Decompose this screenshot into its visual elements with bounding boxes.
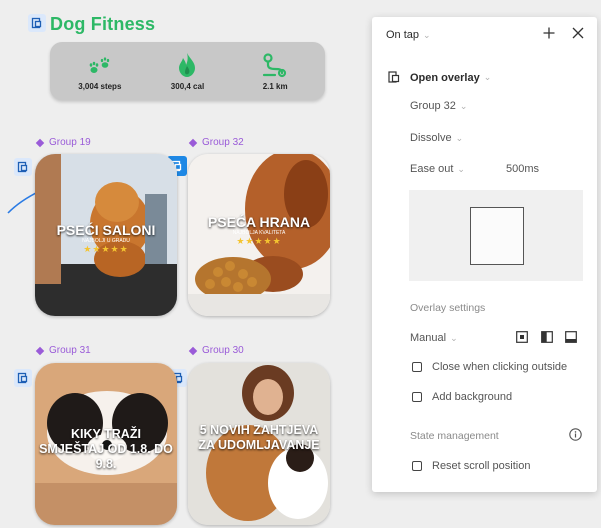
group-label-31[interactable]: Group 31 [35,345,91,356]
animation-preview [409,190,583,281]
preview-frame [470,207,524,265]
component-icon [188,138,198,147]
position-dropdown[interactable]: Manual ⌄ [410,332,458,344]
chevron-down-icon: ⌄ [457,163,465,174]
chevron-down-icon: ⌄ [455,132,464,143]
close-outside-checkbox-row[interactable]: Close when clicking outside [412,361,567,373]
interaction-panel: On tap ⌄ Open overlay ⌄ Group 32 ⌄ Disso… [372,17,597,492]
rating-stars: ★★★★★ [236,236,282,246]
info-icon [569,428,582,441]
overlay-settings-heading: Overlay settings [410,302,486,314]
route-icon [261,52,289,78]
group-label-text: Group 32 [202,137,244,148]
add-background-checkbox[interactable] [412,392,422,402]
frame-link-icon[interactable] [28,14,46,32]
align-center-icon [516,331,528,343]
close-outside-checkbox[interactable] [412,362,422,372]
easing-label: Ease out [410,163,454,175]
reset-scroll-checkbox-row[interactable]: Reset scroll position [412,460,530,472]
plus-icon [543,27,555,39]
duration-input[interactable]: 500ms [506,163,539,175]
animation-dropdown[interactable]: Dissolve ⌄ [410,132,463,144]
card-kiky-accommodation[interactable]: KIKY TRAŽI SMJEŠTAJ OD 1.8. DO 9.8. [35,363,177,525]
chevron-down-icon: ⌄ [459,100,468,111]
group-label-text: Group 19 [49,137,91,148]
state-management-heading: State management [410,430,499,442]
group-label-text: Group 30 [202,345,244,356]
animation-label: Dissolve [410,132,452,144]
align-left-button[interactable] [541,331,553,343]
flame-icon [177,52,197,78]
action-dropdown[interactable]: Open overlay ⌄ [388,71,491,84]
position-label: Manual [410,332,447,344]
frame-link-icon[interactable] [14,369,32,387]
card-title: PSEĆI SALONI [56,222,156,238]
card-adoption-requests[interactable]: 5 NOVIH ZAHTJEVA ZA UDOMLJAVANJE [188,363,330,525]
paw-icon [87,52,113,78]
component-icon [188,346,198,355]
align-center-button[interactable] [516,331,528,343]
close-icon [572,27,584,39]
close-panel-button[interactable] [572,27,584,39]
stat-distance: 2.1 km [235,52,315,91]
action-label: Open overlay [410,71,480,84]
card-title: KIKY TRAŽI SMJEŠTAJ OD 1.8. DO 9.8. [39,427,173,471]
chevron-down-icon: ⌄ [423,29,431,40]
component-icon [35,138,45,147]
align-bottom-icon [565,331,577,343]
card-title: 5 NOVIH ZAHTJEVA ZA UDOMLJAVANJE [198,423,320,452]
stat-steps-value: 3,004 steps [78,81,122,91]
reset-scroll-checkbox[interactable] [412,461,422,471]
frame-link-icon[interactable] [14,158,32,176]
trigger-label: On tap [386,29,420,41]
stats-bar: 3,004 steps 300,4 cal 2.1 km [50,42,325,100]
group-label-19[interactable]: Group 19 [35,137,91,148]
group-label-30[interactable]: Group 30 [188,345,244,356]
destination-dropdown[interactable]: Group 32 ⌄ [410,100,467,112]
add-background-checkbox-row[interactable]: Add background [412,391,512,403]
app-title: Dog Fitness [50,14,156,34]
stat-steps: 3,004 steps [60,52,140,91]
easing-dropdown[interactable]: Ease out ⌄ [410,163,465,175]
group-label-32[interactable]: Group 32 [188,137,244,148]
stat-calories: 300,4 cal [147,52,227,91]
chevron-down-icon: ⌄ [450,332,458,343]
overlay-icon [388,71,400,83]
destination-label: Group 32 [410,100,456,112]
add-background-label: Add background [432,391,513,403]
trigger-dropdown[interactable]: On tap ⌄ [386,29,431,41]
state-info-button[interactable] [569,428,582,441]
rating-stars: ★★★★★ [83,244,129,254]
align-left-icon [541,331,553,343]
card-title: PSEĆA HRANA [207,214,311,230]
close-outside-label: Close when clicking outside [432,361,568,373]
card-dog-food[interactable]: PSEĆA HRANA NAJBOLJA KVALITETA ★★★★★ [188,154,330,316]
duration-value: 500ms [506,163,540,175]
component-icon [35,346,45,355]
add-interaction-button[interactable] [543,27,555,39]
stat-distance-value: 2.1 km [262,81,288,91]
align-bottom-button[interactable] [565,331,577,343]
group-label-text: Group 31 [49,345,91,356]
card-dog-salons[interactable]: PSEĆI SALONI NAJBOLJI U GRADU ★★★★★ [35,154,177,316]
stat-calories-value: 300,4 cal [170,81,205,91]
chevron-down-icon: ⌄ [483,72,492,82]
reset-scroll-label: Reset scroll position [432,460,531,472]
